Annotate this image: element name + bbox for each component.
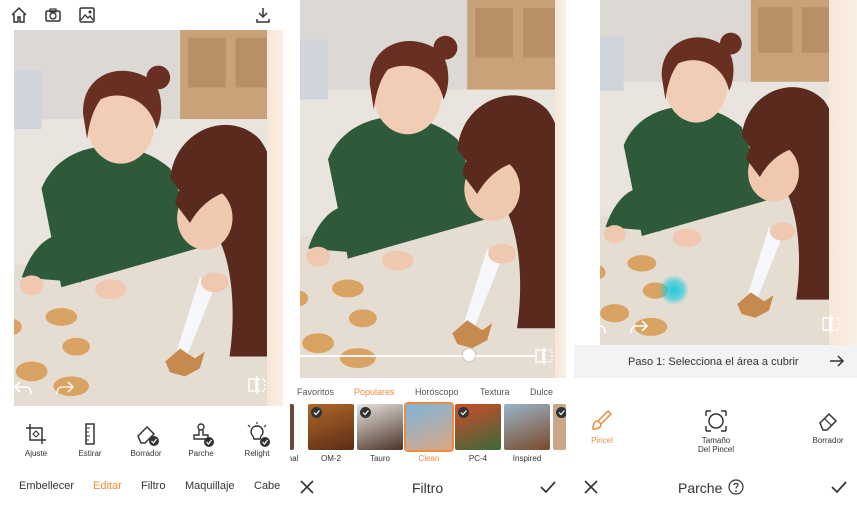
filter-thumb-partial-right[interactable]: [553, 404, 566, 450]
close-icon[interactable]: [299, 479, 315, 495]
tool-tamano-pincel[interactable]: Tamaño Del Pincel: [686, 408, 746, 454]
check-icon: [458, 407, 469, 418]
brush-size-icon: [705, 410, 727, 432]
compare-icon[interactable]: [533, 346, 555, 366]
filter-label: PC-4: [468, 454, 488, 463]
tool-estirar[interactable]: Estirar: [62, 421, 118, 458]
compare-icon[interactable]: [246, 375, 268, 395]
stamp-icon: [193, 423, 214, 447]
filter-thumb-clean[interactable]: [404, 402, 454, 452]
category-horoscopo[interactable]: Horóscopo: [415, 387, 459, 397]
arrow-right-icon[interactable]: [829, 354, 845, 368]
top-bar: [0, 0, 283, 30]
photo-canvas[interactable]: [600, 0, 829, 345]
nav-embellecer[interactable]: Embellecer: [19, 480, 74, 492]
step-bar: Paso 1: Selecciona el área a cubrir: [574, 345, 857, 378]
tool-label: Ajuste: [24, 449, 48, 458]
tool-label: Borrador: [130, 449, 162, 458]
gallery-icon[interactable]: [78, 6, 96, 24]
bulb-icon: [247, 422, 270, 447]
filter-thumb-tauro[interactable]: [357, 404, 403, 450]
parche-bottom-bar: Parche: [574, 470, 857, 506]
undo-icon[interactable]: [12, 377, 34, 397]
filter-thumb-inspired[interactable]: [504, 404, 550, 450]
tool-label: Estirar: [78, 449, 102, 458]
filter-label: Tauro: [369, 454, 390, 463]
check-icon: [556, 407, 566, 418]
photo-edge: [267, 30, 283, 406]
undo-icon[interactable]: [586, 316, 608, 336]
ruler-icon: [85, 423, 95, 445]
filter-label: Clean: [418, 454, 440, 463]
category-populares[interactable]: Populares: [354, 387, 395, 397]
photo-canvas[interactable]: [300, 0, 555, 378]
compare-icon[interactable]: [820, 314, 842, 334]
eraser-icon: [137, 425, 159, 446]
tool-label: Tamaño Del Pincel: [697, 436, 734, 454]
intensity-slider-track[interactable]: [300, 355, 535, 357]
photo-canvas[interactable]: [14, 30, 267, 406]
confirm-check-icon[interactable]: [539, 479, 557, 495]
tool-parche[interactable]: Parche: [173, 421, 229, 458]
parche-title: Parche: [678, 480, 723, 496]
filter-thumb-om2[interactable]: [308, 404, 354, 450]
download-icon[interactable]: [254, 6, 272, 24]
brush-cursor: [659, 275, 689, 305]
confirm-check-icon[interactable]: [830, 479, 848, 495]
filtro-bottom-bar: Filtro: [290, 470, 566, 506]
home-icon[interactable]: [10, 6, 28, 24]
category-dulce[interactable]: Dulce: [530, 387, 553, 397]
check-icon: [311, 407, 322, 418]
nav-maquillaje[interactable]: Maquillaje: [185, 480, 235, 492]
tool-pincel[interactable]: Pincel: [574, 408, 630, 445]
help-icon[interactable]: [728, 479, 744, 495]
nav-cabello[interactable]: Cabe: [254, 480, 280, 492]
filtro-panel: Favoritos Populares Horóscopo Textura Du…: [290, 0, 566, 508]
brush-icon: [592, 409, 613, 430]
camera-icon[interactable]: [44, 6, 62, 24]
parche-panel: Paso 1: Selecciona el área a cubrir Pinc…: [574, 0, 857, 508]
tool-label: Borrador: [812, 436, 844, 445]
nav-editar[interactable]: Editar: [93, 480, 122, 492]
filter-label: Inspired: [512, 454, 542, 463]
nav-filtro[interactable]: Filtro: [141, 480, 165, 492]
tool-label: Pincel: [591, 436, 613, 445]
tool-ajuste[interactable]: Ajuste: [8, 421, 64, 458]
filter-thumb-pc4[interactable]: [455, 404, 501, 450]
redo-icon[interactable]: [628, 316, 650, 336]
close-icon[interactable]: [583, 479, 599, 495]
eraser-icon: [819, 412, 838, 431]
category-favoritos[interactable]: Favoritos: [297, 387, 334, 397]
crop-icon: [26, 424, 46, 444]
photo-edge: [555, 0, 566, 378]
step-instruction: Paso 1: Selecciona el área a cubrir: [628, 356, 799, 368]
filter-thumb-partial[interactable]: [290, 404, 294, 450]
filtro-title: Filtro: [412, 480, 444, 496]
tool-relight[interactable]: Relight: [229, 421, 283, 458]
tool-label: Parche: [188, 449, 214, 458]
redo-icon[interactable]: [54, 377, 76, 397]
category-textura[interactable]: Textura: [480, 387, 510, 397]
tool-label: Relight: [244, 449, 270, 458]
tool-borrador[interactable]: Borrador: [800, 408, 856, 445]
tool-borrador[interactable]: Borrador: [118, 421, 174, 458]
check-icon: [360, 407, 371, 418]
photo-edge: [829, 0, 857, 345]
filter-label: OM-2: [321, 454, 341, 463]
editar-panel: Ajuste Estirar Borrador Parche Relight E…: [0, 0, 283, 508]
